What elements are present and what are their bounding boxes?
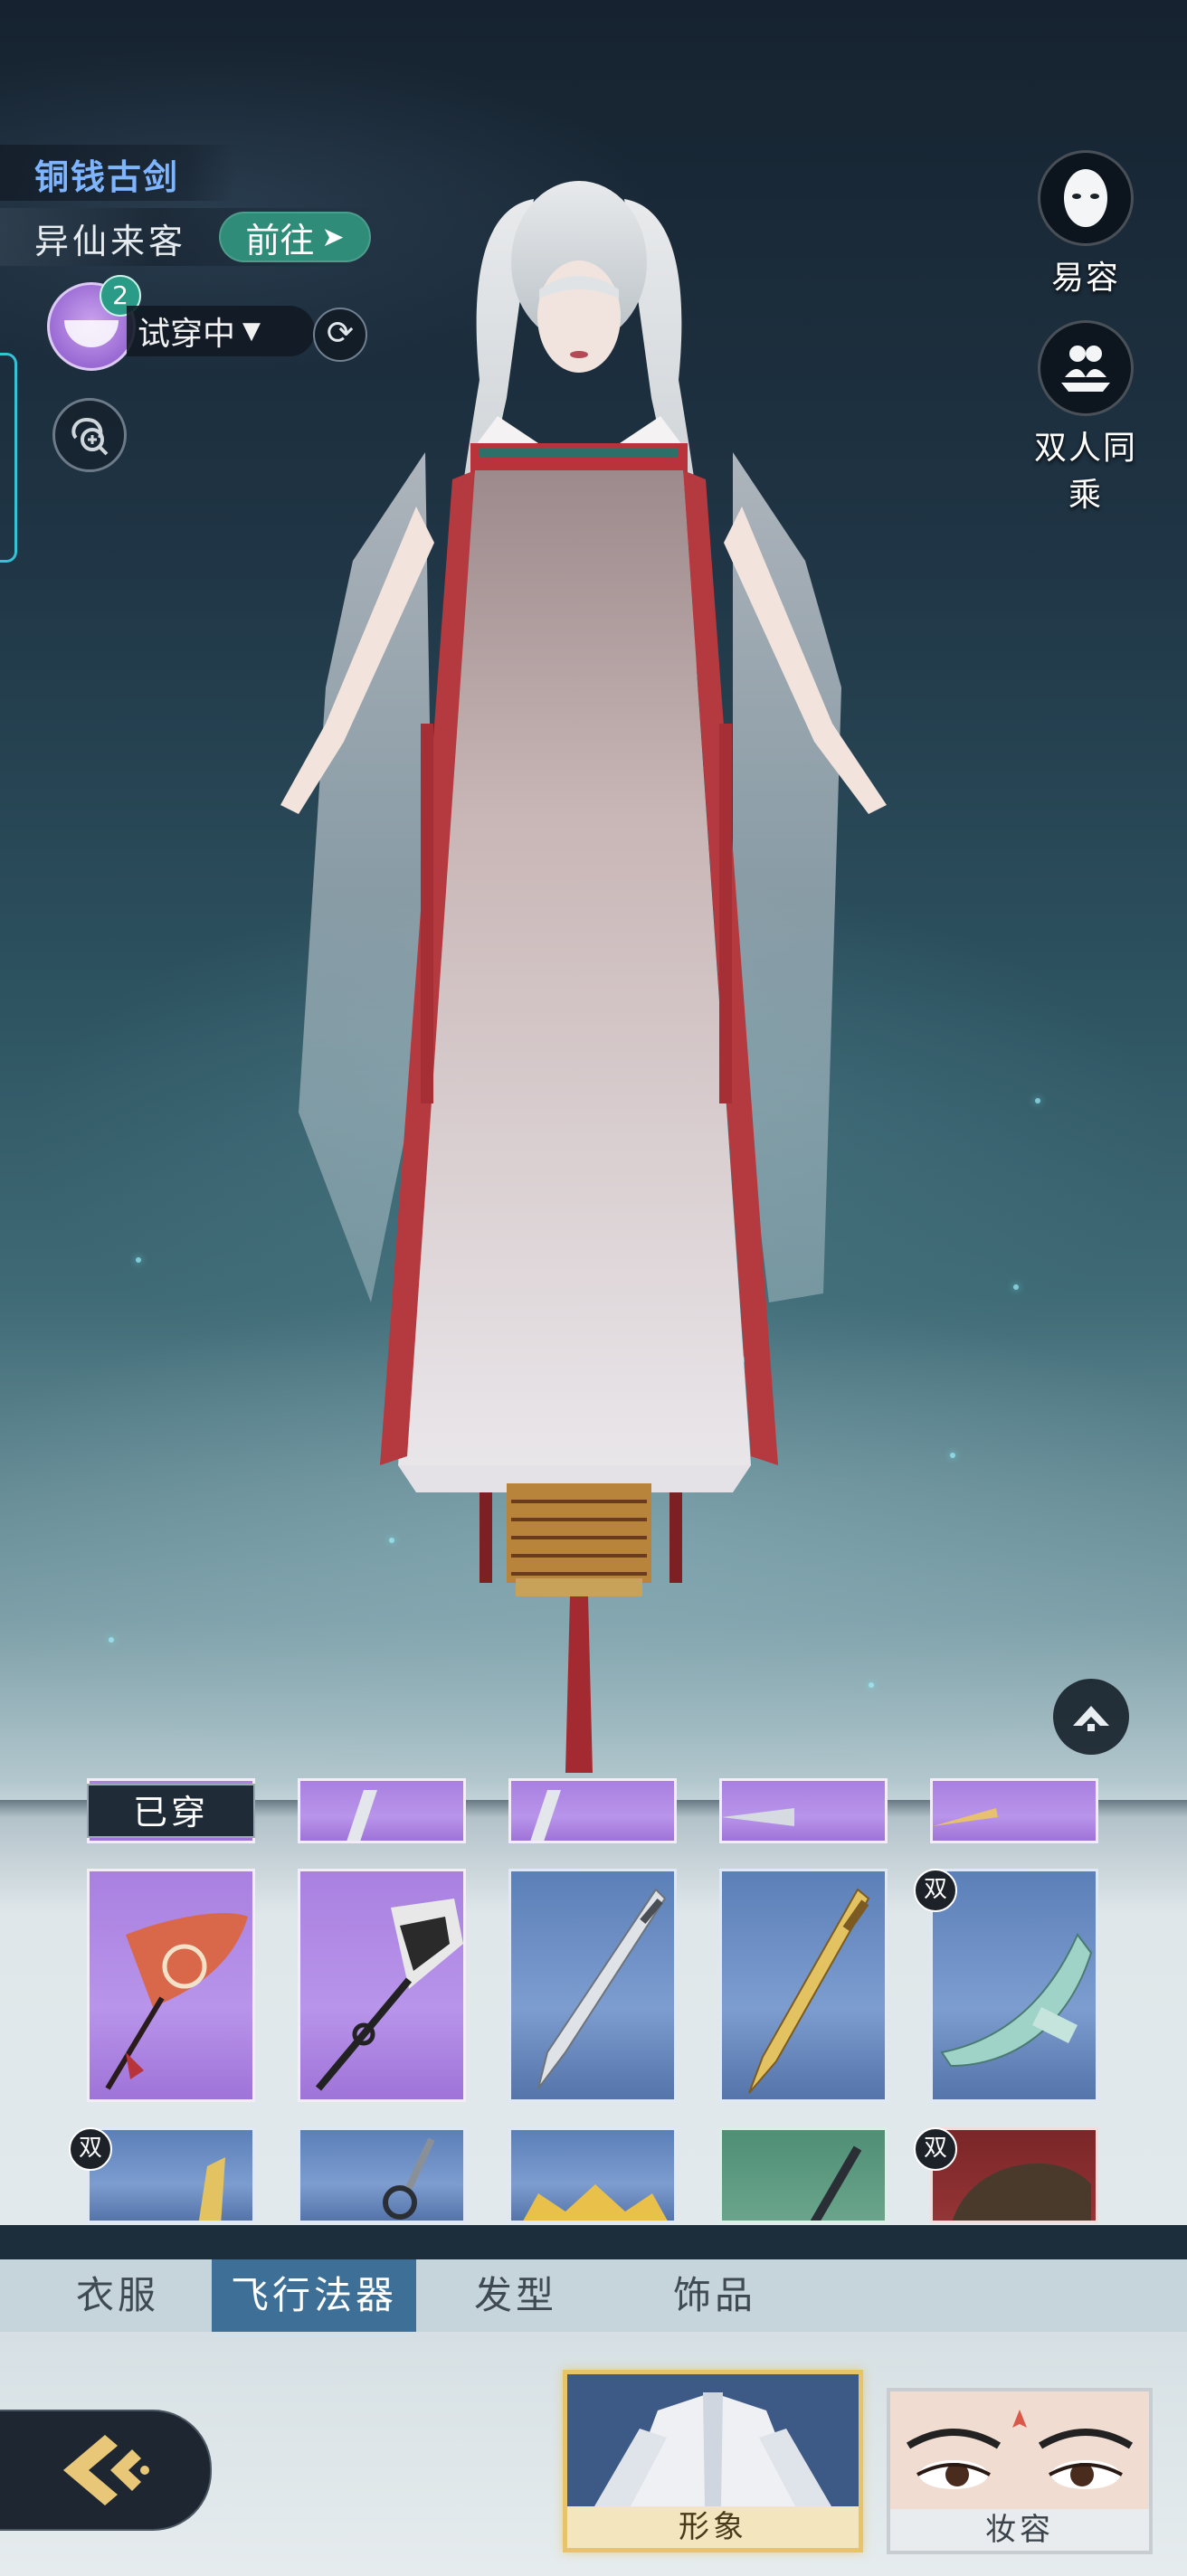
dual-ride-badge: 双 <box>914 1869 957 1912</box>
two-riders-icon <box>1038 320 1134 416</box>
back-button[interactable] <box>0 2410 212 2531</box>
inventory-slot[interactable] <box>719 2127 888 2223</box>
weapon-icon <box>383 2137 435 2220</box>
double-ride-button[interactable]: 双人同乘 <box>1022 320 1149 516</box>
weapon-icon <box>530 1790 561 1841</box>
character-model[interactable] <box>262 181 896 1800</box>
weapon-icon <box>523 2184 668 2221</box>
goto-label: 前往 <box>245 220 315 260</box>
appearance-label: 形象 <box>567 2506 859 2548</box>
side-drawer-tab[interactable] <box>0 353 17 563</box>
inventory-slot[interactable] <box>298 1778 466 1843</box>
arrow-right-icon: ➤ <box>321 221 345 253</box>
appearance-thumbnail <box>567 2374 859 2506</box>
tab-clothing[interactable]: 衣服 <box>36 2259 199 2332</box>
dual-ride-badge: 双 <box>914 2127 957 2171</box>
chevron-up-icon <box>1073 1706 1109 1731</box>
weapon-icon <box>347 1790 377 1841</box>
inventory-slot[interactable] <box>87 2127 255 2223</box>
makeup-card[interactable]: 妆容 <box>887 2388 1153 2554</box>
silver-sword-icon <box>537 1888 667 2089</box>
inventory-slot[interactable] <box>508 2127 677 2223</box>
zoom-icon <box>71 417 109 456</box>
inventory-slot[interactable] <box>508 1778 677 1843</box>
weapon-icon <box>810 2145 862 2221</box>
feather-staff-icon <box>105 1913 248 2090</box>
inventory-slot-bone-staff[interactable] <box>298 1869 466 2102</box>
inventory-slot-jade-blade[interactable] <box>930 1869 1098 2102</box>
golden-sword-icon <box>748 1888 870 2094</box>
inventory-slot[interactable] <box>930 1778 1098 1843</box>
chevron-down-icon: ▼ <box>242 317 261 345</box>
double-ride-label: 双人同乘 <box>1033 430 1137 514</box>
dual-ride-badge: 双 <box>69 2127 112 2171</box>
weapon-name: 铜钱古剑 <box>34 157 180 197</box>
inventory-slot-golden-sword[interactable] <box>719 1869 888 2102</box>
tryon-status-dropdown[interactable]: 试穿中 ▼ <box>127 306 315 356</box>
tryon-status-label: 试穿中 <box>138 316 236 353</box>
weapon-icon <box>722 1808 794 1826</box>
face-mask-icon <box>1038 150 1134 246</box>
goto-button[interactable]: 前往 ➤ <box>219 212 371 262</box>
collapse-panel-button[interactable] <box>1053 1679 1129 1755</box>
back-arrow-icon <box>63 2435 149 2505</box>
inventory-slot[interactable] <box>719 1778 888 1843</box>
tab-accessories[interactable]: 饰品 <box>633 2259 796 2332</box>
makeup-label: 妆容 <box>890 2509 1149 2551</box>
weapon-icon <box>198 2157 225 2221</box>
refresh-icon: ⟳ <box>326 315 355 352</box>
source-name: 异仙来客 <box>34 222 187 261</box>
refresh-button[interactable]: ⟳ <box>313 308 367 362</box>
bone-staff-icon <box>315 1899 463 2091</box>
tab-flying-artifact[interactable]: 飞行法器 <box>212 2259 416 2332</box>
equipped-tag: 已穿 <box>87 1784 255 1838</box>
jade-blade-icon <box>940 1933 1093 2068</box>
tab-hairstyle[interactable]: 发型 <box>434 2259 597 2332</box>
tryon-avatar[interactable]: 2 <box>47 275 141 371</box>
disguise-label: 易容 <box>1050 260 1120 297</box>
makeup-thumbnail <box>890 2391 1149 2509</box>
inventory-slot-silver-sword[interactable] <box>508 1869 677 2102</box>
inventory-slot-feather-staff[interactable] <box>87 1869 255 2102</box>
inventory-slot[interactable] <box>298 2127 466 2223</box>
mask-icon <box>64 320 119 347</box>
weapon-icon <box>933 1808 998 1826</box>
disguise-button[interactable]: 易容 <box>1022 150 1149 298</box>
character-preview-scene[interactable]: 铜钱古剑 异仙来客 前往 ➤ 2 试穿中 ▼ ⟳ 易容 双人同乘 <box>0 0 1187 1800</box>
zoom-view-button[interactable] <box>52 398 127 472</box>
weapon-icon <box>953 2163 1091 2221</box>
appearance-card[interactable]: 形象 <box>563 2370 863 2552</box>
